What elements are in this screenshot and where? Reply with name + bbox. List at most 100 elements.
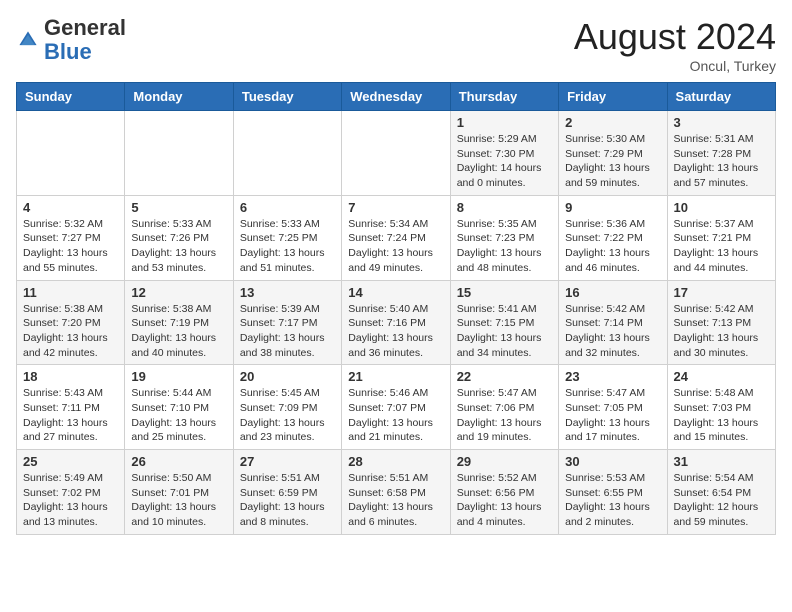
calendar-cell: 2Sunrise: 5:30 AM Sunset: 7:29 PM Daylig… bbox=[559, 111, 667, 196]
calendar-cell bbox=[125, 111, 233, 196]
day-info: Sunrise: 5:50 AM Sunset: 7:01 PM Dayligh… bbox=[131, 471, 226, 530]
calendar-cell: 22 Sunrise: 5:47 AM Sunset: 7:06 PM Dayli… bbox=[450, 365, 558, 450]
day-info: Sunrise: 5:47 AM Sunset: 7:06 PM Dayligh… bbox=[457, 386, 552, 445]
calendar-cell: 7 Sunrise: 5:34 AM Sunset: 7:24 PM Daylig… bbox=[342, 195, 450, 280]
logo-icon bbox=[16, 28, 40, 52]
day-number: 31 bbox=[674, 454, 769, 469]
day-info: Sunrise: 5:34 AM Sunset: 7:24 PM Dayligh… bbox=[348, 217, 443, 276]
weekday-header-thursday: Thursday bbox=[450, 83, 558, 111]
calendar-cell: 28 Sunrise: 5:51 AM Sunset: 6:58 PM Dayli… bbox=[342, 450, 450, 535]
day-info: Sunrise: 5:33 AM Sunset: 7:26 PM Dayligh… bbox=[131, 217, 226, 276]
day-number: 29 bbox=[457, 454, 552, 469]
day-info: Sunrise: 5:32 AM Sunset: 7:27 PM Dayligh… bbox=[23, 217, 118, 276]
day-number: 14 bbox=[348, 285, 443, 300]
day-number: 3 bbox=[674, 115, 769, 130]
week-row-5: 25 Sunrise: 5:49 AM Sunset: 7:02 PM Dayli… bbox=[17, 450, 776, 535]
day-info: Sunrise: 5:31 AM Sunset: 7:28 PM Dayligh… bbox=[674, 132, 769, 191]
calendar-cell: 9 Sunrise: 5:36 AM Sunset: 7:22 PM Daylig… bbox=[559, 195, 667, 280]
day-info: Sunrise: 5:39 AM Sunset: 7:17 PM Dayligh… bbox=[240, 302, 335, 361]
calendar-cell: 30Sunrise: 5:53 AM Sunset: 6:55 PM Dayli… bbox=[559, 450, 667, 535]
day-info: Sunrise: 5:40 AM Sunset: 7:16 PM Dayligh… bbox=[348, 302, 443, 361]
calendar-cell: 21Sunrise: 5:46 AM Sunset: 7:07 PM Dayli… bbox=[342, 365, 450, 450]
calendar-cell: 14 Sunrise: 5:40 AM Sunset: 7:16 PM Dayli… bbox=[342, 280, 450, 365]
calendar-cell: 11 Sunrise: 5:38 AM Sunset: 7:20 PM Dayli… bbox=[17, 280, 125, 365]
calendar-cell: 15Sunrise: 5:41 AM Sunset: 7:15 PM Dayli… bbox=[450, 280, 558, 365]
calendar-cell: 12Sunrise: 5:38 AM Sunset: 7:19 PM Dayli… bbox=[125, 280, 233, 365]
day-number: 18 bbox=[23, 369, 118, 384]
title-block: August 2024 Oncul, Turkey bbox=[574, 16, 776, 74]
calendar-cell: 17Sunrise: 5:42 AM Sunset: 7:13 PM Dayli… bbox=[667, 280, 775, 365]
calendar-cell: 19Sunrise: 5:44 AM Sunset: 7:10 PM Dayli… bbox=[125, 365, 233, 450]
calendar-cell bbox=[233, 111, 341, 196]
day-number: 26 bbox=[131, 454, 226, 469]
day-number: 28 bbox=[348, 454, 443, 469]
day-info: Sunrise: 5:47 AM Sunset: 7:05 PM Dayligh… bbox=[565, 386, 660, 445]
calendar-cell: 5 Sunrise: 5:33 AM Sunset: 7:26 PM Daylig… bbox=[125, 195, 233, 280]
calendar-cell: 18 Sunrise: 5:43 AM Sunset: 7:11 PM Dayli… bbox=[17, 365, 125, 450]
calendar-cell: 24 Sunrise: 5:48 AM Sunset: 7:03 PM Dayli… bbox=[667, 365, 775, 450]
day-info: Sunrise: 5:42 AM Sunset: 7:14 PM Dayligh… bbox=[565, 302, 660, 361]
logo-text: General Blue bbox=[44, 16, 126, 64]
day-info: Sunrise: 5:42 AM Sunset: 7:13 PM Dayligh… bbox=[674, 302, 769, 361]
weekday-header-row: SundayMondayTuesdayWednesdayThursdayFrid… bbox=[17, 83, 776, 111]
day-info: Sunrise: 5:37 AM Sunset: 7:21 PM Dayligh… bbox=[674, 217, 769, 276]
weekday-header-friday: Friday bbox=[559, 83, 667, 111]
day-number: 11 bbox=[23, 285, 118, 300]
day-info: Sunrise: 5:48 AM Sunset: 7:03 PM Dayligh… bbox=[674, 386, 769, 445]
calendar-table: SundayMondayTuesdayWednesdayThursdayFrid… bbox=[16, 82, 776, 535]
day-number: 6 bbox=[240, 200, 335, 215]
day-number: 8 bbox=[457, 200, 552, 215]
logo: General Blue bbox=[16, 16, 126, 64]
calendar-cell bbox=[342, 111, 450, 196]
day-number: 10 bbox=[674, 200, 769, 215]
calendar-cell: 8 Sunrise: 5:35 AM Sunset: 7:23 PM Daylig… bbox=[450, 195, 558, 280]
day-info: Sunrise: 5:30 AM Sunset: 7:29 PM Dayligh… bbox=[565, 132, 660, 191]
weekday-header-sunday: Sunday bbox=[17, 83, 125, 111]
calendar-cell: 26 Sunrise: 5:50 AM Sunset: 7:01 PM Dayli… bbox=[125, 450, 233, 535]
calendar-cell: 4Sunrise: 5:32 AM Sunset: 7:27 PM Daylig… bbox=[17, 195, 125, 280]
day-info: Sunrise: 5:36 AM Sunset: 7:22 PM Dayligh… bbox=[565, 217, 660, 276]
day-number: 5 bbox=[131, 200, 226, 215]
day-number: 23 bbox=[565, 369, 660, 384]
day-number: 20 bbox=[240, 369, 335, 384]
day-info: Sunrise: 5:29 AM Sunset: 7:30 PM Dayligh… bbox=[457, 132, 552, 191]
logo-blue-text: Blue bbox=[44, 39, 92, 64]
day-info: Sunrise: 5:43 AM Sunset: 7:11 PM Dayligh… bbox=[23, 386, 118, 445]
day-info: Sunrise: 5:54 AM Sunset: 6:54 PM Dayligh… bbox=[674, 471, 769, 530]
day-info: Sunrise: 5:49 AM Sunset: 7:02 PM Dayligh… bbox=[23, 471, 118, 530]
day-info: Sunrise: 5:45 AM Sunset: 7:09 PM Dayligh… bbox=[240, 386, 335, 445]
week-row-4: 18 Sunrise: 5:43 AM Sunset: 7:11 PM Dayli… bbox=[17, 365, 776, 450]
logo-general-text: General bbox=[44, 15, 126, 40]
day-info: Sunrise: 5:51 AM Sunset: 6:59 PM Dayligh… bbox=[240, 471, 335, 530]
calendar-cell: 31 Sunrise: 5:54 AM Sunset: 6:54 PM Dayli… bbox=[667, 450, 775, 535]
calendar-cell bbox=[17, 111, 125, 196]
day-number: 16 bbox=[565, 285, 660, 300]
day-number: 21 bbox=[348, 369, 443, 384]
day-number: 22 bbox=[457, 369, 552, 384]
calendar-cell: 6Sunrise: 5:33 AM Sunset: 7:25 PM Daylig… bbox=[233, 195, 341, 280]
calendar-cell: 20 Sunrise: 5:45 AM Sunset: 7:09 PM Dayli… bbox=[233, 365, 341, 450]
day-number: 25 bbox=[23, 454, 118, 469]
calendar-cell: 25 Sunrise: 5:49 AM Sunset: 7:02 PM Dayli… bbox=[17, 450, 125, 535]
day-info: Sunrise: 5:35 AM Sunset: 7:23 PM Dayligh… bbox=[457, 217, 552, 276]
day-info: Sunrise: 5:38 AM Sunset: 7:20 PM Dayligh… bbox=[23, 302, 118, 361]
calendar-cell: 23 Sunrise: 5:47 AM Sunset: 7:05 PM Dayli… bbox=[559, 365, 667, 450]
weekday-header-wednesday: Wednesday bbox=[342, 83, 450, 111]
day-number: 15 bbox=[457, 285, 552, 300]
day-info: Sunrise: 5:53 AM Sunset: 6:55 PM Dayligh… bbox=[565, 471, 660, 530]
calendar-cell: 16 Sunrise: 5:42 AM Sunset: 7:14 PM Dayli… bbox=[559, 280, 667, 365]
weekday-header-monday: Monday bbox=[125, 83, 233, 111]
day-number: 9 bbox=[565, 200, 660, 215]
day-number: 7 bbox=[348, 200, 443, 215]
day-number: 1 bbox=[457, 115, 552, 130]
day-number: 27 bbox=[240, 454, 335, 469]
calendar-cell: 27 Sunrise: 5:51 AM Sunset: 6:59 PM Dayli… bbox=[233, 450, 341, 535]
day-number: 13 bbox=[240, 285, 335, 300]
week-row-3: 11 Sunrise: 5:38 AM Sunset: 7:20 PM Dayli… bbox=[17, 280, 776, 365]
week-row-2: 4Sunrise: 5:32 AM Sunset: 7:27 PM Daylig… bbox=[17, 195, 776, 280]
calendar-cell: 1 Sunrise: 5:29 AM Sunset: 7:30 PM Daylig… bbox=[450, 111, 558, 196]
week-row-1: 1 Sunrise: 5:29 AM Sunset: 7:30 PM Daylig… bbox=[17, 111, 776, 196]
calendar-cell: 13 Sunrise: 5:39 AM Sunset: 7:17 PM Dayli… bbox=[233, 280, 341, 365]
day-info: Sunrise: 5:51 AM Sunset: 6:58 PM Dayligh… bbox=[348, 471, 443, 530]
day-number: 24 bbox=[674, 369, 769, 384]
